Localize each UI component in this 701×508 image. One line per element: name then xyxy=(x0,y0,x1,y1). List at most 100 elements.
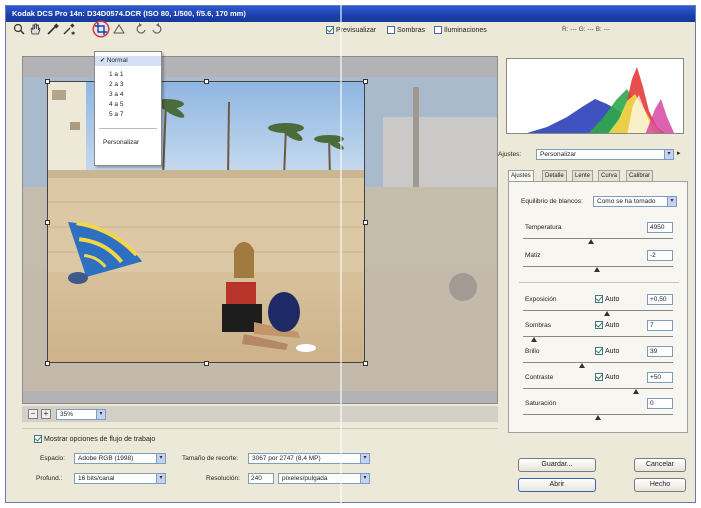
crop-handle[interactable] xyxy=(363,220,368,225)
menu-item-normal[interactable]: ✔ Normal xyxy=(95,56,161,66)
chevron-down-icon: ▾ xyxy=(156,454,165,463)
auto-check-box[interactable] xyxy=(595,321,603,329)
slider-track[interactable] xyxy=(523,238,673,239)
show-workflow-check-box[interactable] xyxy=(34,435,42,443)
toolbar: ✱ Previsualizar Sombras Iluminaciones xyxy=(10,22,490,38)
highlights-check-box[interactable] xyxy=(434,26,442,34)
crop-size-value: 3067 por 2747 (8,4 MP) xyxy=(252,455,321,462)
depth-label: Profund.: xyxy=(36,475,63,482)
preview-label: Previsualizar xyxy=(336,26,377,34)
crop-handle[interactable] xyxy=(204,361,209,366)
crop-handle[interactable] xyxy=(45,220,50,225)
show-workflow-label: Mostrar opciones de flujo de trabajo xyxy=(44,435,156,443)
space-select[interactable]: Adobe RGB (1998) ▾ xyxy=(74,453,166,464)
adjustment-row: Temperatura 4950 xyxy=(509,222,689,248)
adjustment-value-input[interactable]: -2 xyxy=(647,250,673,261)
resolution-unit-select[interactable]: píxeles/pulgada ▾ xyxy=(278,473,370,484)
adjustment-value-input[interactable]: +0,50 xyxy=(647,294,673,305)
resolution-label: Resolución: xyxy=(206,475,240,482)
slider-knob[interactable] xyxy=(578,363,585,368)
white-balance-select[interactable]: Como se ha tomado ▾ xyxy=(593,196,677,207)
rotate-right-icon[interactable] xyxy=(150,22,164,36)
depth-select[interactable]: 16 bits/canal ▾ xyxy=(74,473,166,484)
slider-knob[interactable] xyxy=(593,267,600,272)
straighten-tool-icon[interactable] xyxy=(112,22,126,36)
open-button[interactable]: Abrir xyxy=(518,478,596,492)
crop-tool-icon[interactable] xyxy=(94,22,108,36)
histogram-graph xyxy=(527,67,675,133)
resolution-input[interactable]: 240 xyxy=(248,473,274,484)
auto-checkbox[interactable]: Auto xyxy=(595,373,619,381)
menu-separator xyxy=(99,128,157,129)
zoom-out-button[interactable]: − xyxy=(28,409,38,419)
crop-handle[interactable] xyxy=(363,79,368,84)
settings-row: Ajustes: Personalizar ▾ ▸ xyxy=(496,147,686,163)
space-value: Adobe RGB (1998) xyxy=(78,455,134,462)
auto-label: Auto xyxy=(605,347,620,355)
adjustment-row: Contraste Auto +50 xyxy=(509,372,689,398)
show-workflow-checkbox[interactable]: Mostrar opciones de flujo de trabajo xyxy=(34,435,155,443)
adjustment-value-input[interactable]: +50 xyxy=(647,372,673,383)
crop-handle[interactable] xyxy=(363,361,368,366)
zoom-select[interactable]: 35% ▾ xyxy=(56,409,106,420)
highlights-checkbox[interactable]: Iluminaciones xyxy=(434,26,487,34)
preview-checkbox[interactable]: Previsualizar xyxy=(326,26,376,34)
slider-track[interactable] xyxy=(523,336,673,337)
menu-item-4-5[interactable]: 4 a 5 xyxy=(95,100,161,110)
auto-check-box[interactable] xyxy=(595,295,603,303)
menu-item-2-3[interactable]: 2 a 3 xyxy=(95,80,161,90)
crop-ratio-menu: ✔ Normal 1 a 1 2 a 3 3 a 4 4 a 5 5 a 7 P… xyxy=(94,51,162,166)
crop-handle[interactable] xyxy=(45,79,50,84)
auto-checkbox[interactable]: Auto xyxy=(595,321,619,329)
adjustment-row: Sombras Auto 7 xyxy=(509,320,689,346)
shadows-label: Sombras xyxy=(397,26,426,34)
slider-track[interactable] xyxy=(523,310,673,311)
done-button[interactable]: Hecho xyxy=(634,478,686,492)
auto-check-box[interactable] xyxy=(595,347,603,355)
slider-track[interactable] xyxy=(523,388,673,389)
shadows-checkbox[interactable]: Sombras xyxy=(387,26,425,34)
color-sampler-tool-icon[interactable]: ✱ xyxy=(62,22,76,37)
settings-select[interactable]: Personalizar ▾ xyxy=(536,149,674,160)
space-label: Espacio: xyxy=(40,455,65,462)
slider-knob[interactable] xyxy=(604,311,610,316)
zoom-in-button[interactable]: + xyxy=(41,409,51,419)
crop-handle[interactable] xyxy=(204,79,209,84)
highlights-label: Iluminaciones xyxy=(444,26,487,34)
adjustment-label: Sombras xyxy=(525,322,552,329)
menu-item-5-7[interactable]: 5 a 7 xyxy=(95,110,161,120)
rotate-left-icon[interactable] xyxy=(134,22,148,36)
slider-knob[interactable] xyxy=(587,239,594,244)
white-balance-value: Como se ha tomado xyxy=(597,198,656,205)
crop-handle[interactable] xyxy=(45,361,50,366)
adjustment-value-input[interactable]: 0 xyxy=(647,398,673,409)
crop-size-select[interactable]: 3067 por 2747 (8,4 MP) ▾ xyxy=(248,453,370,464)
menu-item-3-4[interactable]: 3 a 4 xyxy=(95,90,161,100)
white-balance-tool-icon[interactable] xyxy=(46,22,60,36)
chevron-down-icon: ▾ xyxy=(360,474,369,483)
settings-menu-icon[interactable]: ▸ xyxy=(677,149,681,157)
histogram xyxy=(506,58,684,134)
auto-check-box[interactable] xyxy=(595,373,603,381)
save-button[interactable]: Guardar... xyxy=(518,458,596,472)
zoom-tool-icon[interactable] xyxy=(12,22,26,36)
menu-item-custom[interactable]: Personalizar xyxy=(95,138,161,148)
zoom-value: 35% xyxy=(60,411,74,418)
auto-checkbox[interactable]: Auto xyxy=(595,347,619,355)
slider-knob[interactable] xyxy=(595,415,601,420)
slider-knob[interactable] xyxy=(632,389,639,394)
shadows-check-box[interactable] xyxy=(387,26,395,34)
cancel-button[interactable]: Cancelar xyxy=(634,458,686,472)
hand-tool-icon[interactable] xyxy=(28,22,42,36)
preview-check-box[interactable] xyxy=(326,26,334,34)
adjustment-value-input[interactable]: 4950 xyxy=(647,222,673,233)
slider-track[interactable] xyxy=(523,362,673,363)
auto-label: Auto xyxy=(605,295,620,303)
menu-item-1-1[interactable]: 1 a 1 xyxy=(95,70,161,80)
adjustment-value-input[interactable]: 39 xyxy=(647,346,673,357)
slider-knob[interactable] xyxy=(530,337,537,342)
rgb-readout: R: --- G: --- B: --- xyxy=(562,26,611,33)
adjustments-panel: Equilibrio de blancos: Como se ha tomado… xyxy=(508,181,688,433)
auto-checkbox[interactable]: Auto xyxy=(595,295,619,303)
adjustment-value-input[interactable]: 7 xyxy=(647,320,673,331)
